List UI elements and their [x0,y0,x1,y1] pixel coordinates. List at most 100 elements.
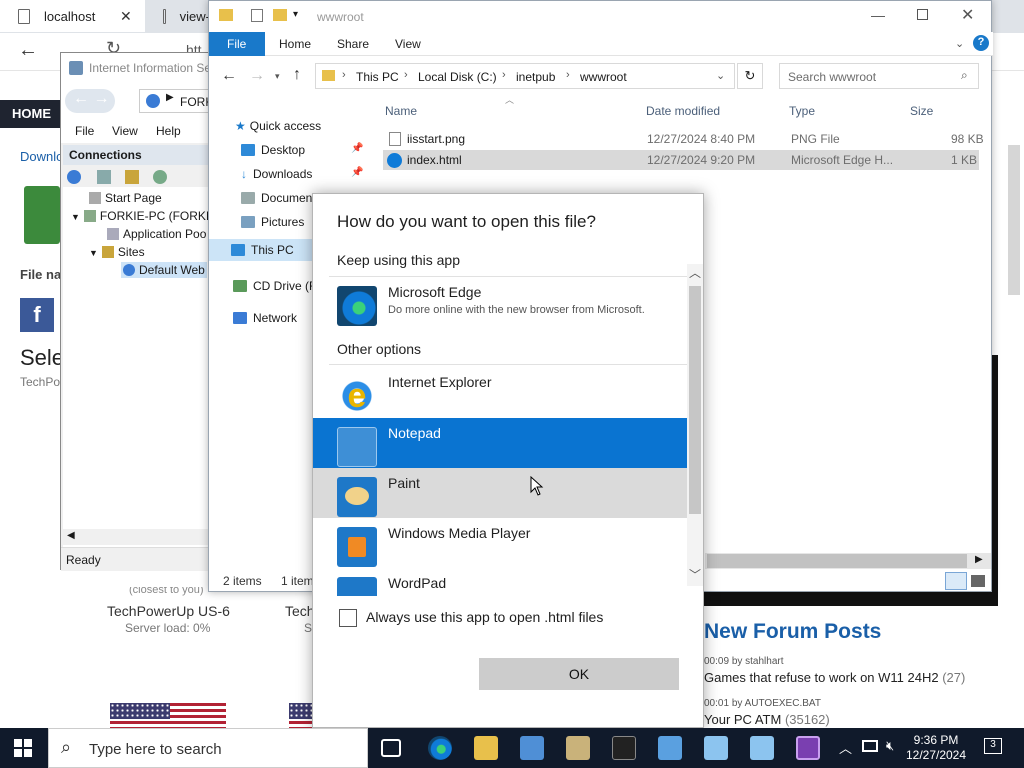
connect-icon[interactable] [67,170,81,184]
server-name[interactable]: TechPowerUp US-6 [107,603,230,619]
col-size[interactable]: Size [910,104,933,118]
scroll-up-icon[interactable]: ︿ [689,264,701,281]
notepad-taskbar-icon[interactable] [750,736,774,760]
menu-help[interactable]: Help [156,124,181,138]
nav-desktop[interactable]: Desktop [241,143,305,157]
forum-post[interactable]: Your PC ATM (35162) [704,712,830,727]
scroll-left-icon[interactable]: ◀ [67,530,75,541]
file-row[interactable]: iisstart.png 12/27/2024 8:40 PM PNG File… [383,129,984,149]
col-date[interactable]: Date modified [646,104,720,118]
forward-arrow-icon[interactable]: → [249,67,265,85]
iis-address-field[interactable]: ▶ FORK [139,89,213,113]
tree-sites[interactable]: ▼ Sites [89,245,145,259]
menu-view[interactable]: View [112,124,138,138]
server-name[interactable]: Tech [285,603,315,619]
breadcrumb-local-disk[interactable]: Local Disk (C:) [418,70,497,84]
windows-start-icon[interactable] [14,739,32,757]
browser-tab-view[interactable]: view- [145,0,210,32]
col-name[interactable]: Name [385,104,417,118]
app-option-windows-media-player[interactable]: Windows Media Player [313,518,687,568]
edge-taskbar-icon[interactable] [428,736,452,760]
tree-start-page[interactable]: Start Page [89,191,162,205]
chevron-down-icon[interactable]: ⌄ [716,69,725,82]
menu-file[interactable]: File [75,124,94,138]
nav-quick-access[interactable]: ★ Quick access [235,119,321,133]
us-flag-icon[interactable] [110,703,226,729]
file-explorer-taskbar-icon[interactable] [474,736,498,760]
ok-button[interactable]: OK [479,658,679,690]
save-icon[interactable] [97,170,111,184]
tree-horizontal-scrollbar[interactable]: ◀ [63,529,209,545]
back-forward-icon[interactable]: ← → [65,89,115,113]
forum-post[interactable]: Games that refuse to work on W11 24H2 (2… [704,670,965,685]
col-type[interactable]: Type [789,104,815,118]
details-view-icon[interactable] [945,572,967,590]
ribbon-tab-home[interactable]: Home [279,37,311,51]
post-user[interactable]: stahlhart [745,656,783,667]
tree-app-pools[interactable]: Application Poo [107,227,206,241]
new-folder-icon[interactable] [273,9,287,21]
close-icon[interactable]: ✕ [961,5,974,25]
large-icons-view-icon[interactable] [971,575,985,587]
network-status-icon[interactable] [862,740,878,752]
app-option-internet-explorer[interactable]: e Internet Explorer [313,367,687,417]
volume-muted-icon[interactable]: 🔇︎ [886,738,894,754]
app-option-paint[interactable]: Paint [313,468,687,518]
facebook-icon[interactable]: f [20,298,54,332]
taskbar-search-box[interactable]: ⌕ Type here to search [48,728,368,768]
nav-this-pc[interactable]: This PC [209,239,313,261]
app-taskbar-icon[interactable] [658,736,682,760]
refresh-icon[interactable]: ↻ [737,63,763,89]
recent-locations-icon[interactable]: ▾ [275,71,280,82]
ribbon-tab-view[interactable]: View [395,37,421,51]
breadcrumb-wwwroot[interactable]: wwwroot [580,70,627,84]
notification-center-icon[interactable]: 3 [984,738,1002,754]
show-hidden-icons-icon[interactable]: ︿ [839,738,852,757]
back-arrow-icon[interactable]: ← [221,67,237,85]
ribbon-tab-file[interactable]: File [209,32,265,56]
files-horizontal-scrollbar[interactable]: ▶ [705,553,991,569]
search-input[interactable]: Search wwwroot [779,63,979,89]
app-taskbar-icon[interactable] [796,736,820,760]
minimize-icon[interactable]: — [871,7,885,23]
scroll-down-icon[interactable]: ﹀ [689,566,701,583]
always-use-label[interactable]: Always use this app to open .html files [366,609,603,625]
taskbar-clock[interactable]: 9:36 PM 12/27/2024 [898,733,974,763]
back-arrow-icon[interactable]: ← [18,39,38,62]
breadcrumb-inetpub[interactable]: inetpub [516,70,555,84]
properties-icon[interactable] [251,9,263,22]
pin-icon[interactable]: 📌 [351,167,363,178]
iis-taskbar-icon[interactable] [566,736,590,760]
app-option-wordpad[interactable]: WordPad [313,568,687,596]
tree-default-web-site[interactable]: Default Web [121,262,207,278]
address-bar[interactable]: › This PC › Local Disk (C:) › inetpub › … [315,63,735,89]
nav-documents[interactable]: Documen [241,191,312,205]
customize-toolbar-icon[interactable]: ▾ [293,9,298,20]
post-user[interactable]: AUTOEXEC.BAT [745,698,821,709]
scroll-right-icon[interactable]: ▶ [975,554,983,565]
expand-ribbon-icon[interactable]: ⌄ [955,37,964,50]
browser-scrollbar[interactable] [1008,145,1020,295]
disconnect-icon[interactable] [153,170,167,184]
always-use-checkbox[interactable] [339,609,357,627]
up-folder-icon[interactable] [125,170,139,184]
maximize-icon[interactable] [917,9,928,20]
browser-tab-localhost[interactable]: localhost ✕ [0,0,145,32]
server-manager-taskbar-icon[interactable] [520,736,544,760]
file-row-selected[interactable]: index.html 12/27/2024 9:20 PM Microsoft … [383,150,979,170]
notepad-taskbar-icon[interactable] [704,736,728,760]
task-view-icon[interactable] [381,739,401,757]
nav-pictures[interactable]: Pictures [241,215,304,229]
nav-downloads[interactable]: ↓ Downloads [241,167,312,181]
app-option-edge[interactable]: Microsoft Edge Do more online with the n… [313,277,687,327]
ribbon-tab-share[interactable]: Share [337,37,369,51]
tree-server[interactable]: ▼ FORKIE-PC (FORKIE [71,209,217,223]
nav-network[interactable]: Network [233,311,297,325]
breadcrumb-this-pc[interactable]: This PC [356,70,399,84]
app-option-notepad[interactable]: Notepad [313,418,687,468]
site-home-link[interactable]: HOME [0,100,60,128]
up-arrow-icon[interactable]: ↑ [293,66,301,84]
scroll-thumb[interactable] [689,286,701,514]
help-icon[interactable]: ? [973,35,989,51]
download-link[interactable]: Downlo [20,149,63,164]
